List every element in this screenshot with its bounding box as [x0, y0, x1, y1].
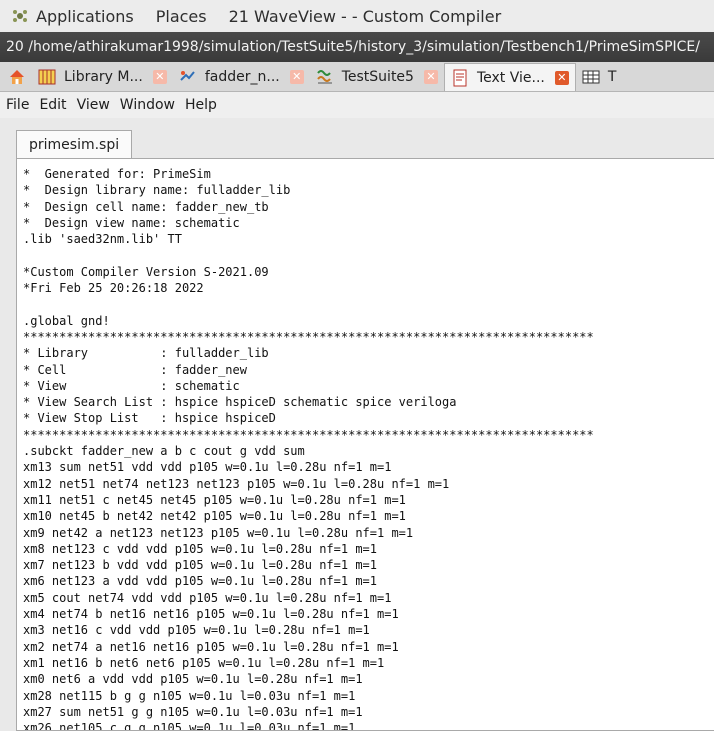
text-viewer[interactable]: * Generated for: PrimeSim * Design librar…	[16, 158, 714, 731]
code-line: * Design library name: fulladder_lib	[23, 183, 291, 198]
code-line: * Library : fulladder_lib	[23, 346, 269, 361]
close-icon[interactable]: ✕	[152, 69, 167, 84]
code-line: xm27 sum net51 g g n105 w=0.1u l=0.03u n…	[23, 704, 363, 719]
active-window-label[interactable]: 21 WaveView - - Custom Compiler	[229, 7, 502, 26]
code-line: xm0 net6 a vdd vdd p105 w=0.1u l=0.28u n…	[23, 672, 363, 687]
code-line: xm5 cout net74 vdd vdd p105 w=0.1u l=0.2…	[23, 590, 392, 605]
code-line: .global gnd!	[23, 313, 110, 328]
library-manager-icon	[38, 68, 56, 86]
code-line: xm2 net74 a net16 net16 p105 w=0.1u l=0.…	[23, 639, 399, 654]
code-line: * Generated for: PrimeSim	[23, 167, 211, 181]
code-line: .subckt fadder_new a b c cout g vdd sum	[23, 444, 305, 459]
code-line: xm11 net51 c net45 net45 p105 w=0.1u l=0…	[23, 492, 406, 507]
testsuite-icon	[316, 68, 334, 86]
tab-primesim-spi[interactable]: primesim.spi	[16, 130, 133, 159]
code-line: * Design cell name: fadder_new_tb	[23, 199, 269, 214]
tab-label: fadder_n...	[204, 68, 280, 85]
menu-bar: File Edit View Window Help	[0, 92, 714, 118]
schematic-icon	[179, 68, 197, 86]
menu-help[interactable]: Help	[185, 97, 217, 113]
tab-text-viewer[interactable]: Text Vie... ✕	[443, 62, 576, 91]
code-line: xm7 net123 b vdd vdd p105 w=0.1u l=0.28u…	[23, 558, 378, 573]
places-menu[interactable]: Places	[156, 7, 207, 26]
code-line: xm10 net45 b net42 net42 p105 w=0.1u l=0…	[23, 509, 406, 524]
spice-netlist: * Generated for: PrimeSim * Design librar…	[17, 159, 714, 731]
code-line: xm1 net16 b net6 net6 p105 w=0.1u l=0.28…	[23, 655, 385, 670]
tab-label: T	[607, 68, 617, 85]
code-line: xm4 net74 b net16 net16 p105 w=0.1u l=0.…	[23, 607, 399, 622]
code-line: * View : schematic	[23, 378, 240, 393]
table-icon	[582, 68, 600, 86]
tab-testsuite[interactable]: TestSuite5 ✕	[310, 63, 444, 91]
text-viewer-icon	[451, 69, 469, 87]
code-line: xm6 net123 a vdd vdd p105 w=0.1u l=0.28u…	[23, 574, 378, 589]
tab-label: Text Vie...	[476, 69, 545, 86]
window-tab-strip: Library M... ✕ fadder_n... ✕ TestSuite5 …	[0, 62, 714, 92]
code-line: * View Stop List : hspice hspiceD	[23, 411, 276, 426]
code-line: ****************************************…	[23, 329, 594, 344]
code-line: xm9 net42 a net123 net123 p105 w=0.1u l=…	[23, 525, 414, 540]
tab-label: Library M...	[64, 68, 143, 85]
close-icon[interactable]: ✕	[289, 69, 304, 84]
menu-view[interactable]: View	[77, 97, 110, 113]
code-line: .lib 'saed32nm.lib' TT	[23, 232, 182, 247]
close-icon[interactable]: ✕	[423, 69, 438, 84]
top-panel: Applications Places 21 WaveView - - Cust…	[0, 0, 714, 32]
menu-window[interactable]: Window	[120, 97, 175, 113]
code-line: xm28 net115 b g g n105 w=0.1u l=0.03u nf…	[23, 688, 356, 703]
code-line: xm13 sum net51 vdd vdd p105 w=0.1u l=0.2…	[23, 460, 392, 475]
document-area: primesim.spi * Generated for: PrimeSim * …	[0, 118, 714, 731]
code-line: xm8 net123 c vdd vdd p105 w=0.1u l=0.28u…	[23, 541, 378, 556]
code-line: xm26 net105 c g g n105 w=0.1u l=0.03u nf…	[23, 721, 356, 731]
home-icon[interactable]	[6, 66, 28, 88]
code-line: ****************************************…	[23, 427, 594, 442]
tab-schematic[interactable]: fadder_n... ✕	[173, 63, 310, 91]
code-line: * Cell : fadder_new	[23, 362, 247, 377]
tab-label: TestSuite5	[341, 68, 414, 85]
window-title: 20 /home/athirakumar1998/simulation/Test…	[0, 32, 714, 62]
code-line: *Fri Feb 25 20:26:18 2022	[23, 281, 204, 296]
applications-icon	[12, 8, 28, 24]
tab-library-manager[interactable]: Library M... ✕	[32, 63, 173, 91]
code-line: *Custom Compiler Version S-2021.09	[23, 264, 269, 279]
menu-file[interactable]: File	[6, 97, 29, 113]
code-line: * Design view name: schematic	[23, 215, 240, 230]
tab-table[interactable]: T	[576, 63, 623, 91]
code-line: xm3 net16 c vdd vdd p105 w=0.1u l=0.28u …	[23, 623, 370, 638]
close-icon[interactable]: ✕	[554, 70, 569, 85]
applications-menu[interactable]: Applications	[36, 7, 134, 26]
menu-edit[interactable]: Edit	[39, 97, 66, 113]
code-line: xm12 net51 net74 net123 net123 p105 w=0.…	[23, 476, 450, 491]
code-line: * View Search List : hspice hspiceD sche…	[23, 395, 457, 410]
